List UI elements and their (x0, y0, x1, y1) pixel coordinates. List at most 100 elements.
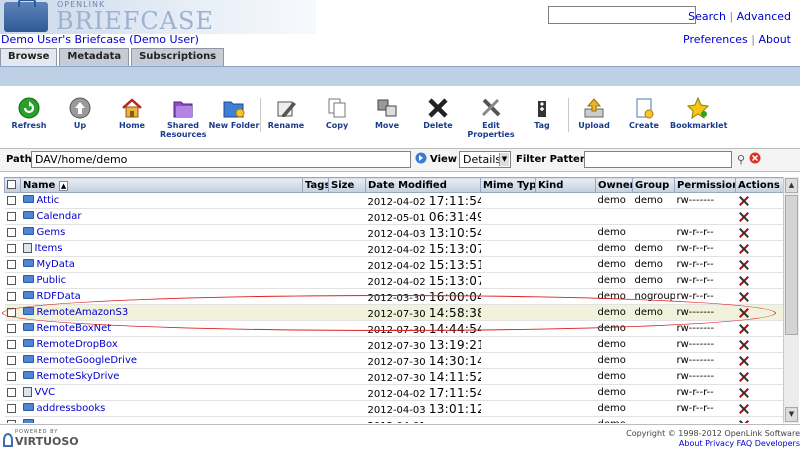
column-name[interactable]: Name ▲ (20, 177, 303, 193)
table-row[interactable]: addressbooks 2012-04-03 13:01:12 demo rw-r-… (4, 400, 783, 417)
table-row[interactable]: RemoteGoogleDrive 2012-07-30 14:30:14 demo… (4, 352, 783, 369)
user-briefcase-link[interactable]: Demo User's Briefcase (1, 33, 126, 46)
table-row[interactable]: RemoteAmazonS3 2012-07-30 14:58:38 demo dem… (4, 304, 783, 321)
column-tags[interactable]: Tags (302, 177, 329, 193)
preferences-link[interactable]: Preferences (683, 33, 748, 46)
row-name[interactable]: Attic (20, 192, 303, 209)
row-checkbox[interactable] (6, 211, 16, 221)
row-actions-icon[interactable] (738, 227, 750, 239)
row-checkbox[interactable] (6, 355, 16, 365)
table-row[interactable]: RemoteDropBox 2012-07-30 13:19:21 demo rw--… (4, 336, 783, 353)
go-icon[interactable] (415, 152, 427, 167)
clear-filter-icon[interactable] (749, 152, 761, 167)
table-row[interactable]: MyData 2012-04-02 15:13:51 demo demo rw-r--r… (4, 256, 783, 273)
row-checkbox[interactable] (6, 307, 16, 317)
row-actions-icon[interactable] (738, 291, 750, 303)
row-checkbox[interactable] (6, 243, 16, 253)
copy-button[interactable]: Copy (315, 94, 359, 130)
row-actions-icon[interactable] (738, 339, 750, 351)
tag-button[interactable]: Tag (520, 94, 564, 130)
row-actions-icon[interactable] (738, 243, 750, 255)
row-name[interactable]: addressbooks (20, 400, 303, 417)
row-checkbox[interactable] (6, 195, 16, 205)
column-owner[interactable]: Owner (595, 177, 633, 193)
row-name[interactable]: Gems (20, 224, 303, 241)
row-actions-icon[interactable] (738, 371, 750, 383)
row-actions-icon[interactable] (738, 355, 750, 367)
edit-properties-button[interactable]: Edit Properties (466, 94, 516, 139)
tab-metadata[interactable]: Metadata (59, 48, 130, 66)
tab-subscriptions[interactable]: Subscriptions (131, 48, 225, 66)
row-checkbox[interactable] (6, 403, 16, 413)
bookmarklet-button[interactable]: Bookmarklet (670, 94, 727, 130)
row-actions-icon[interactable] (738, 307, 750, 319)
column-permissions[interactable]: Permissions (674, 177, 736, 193)
move-button[interactable]: Move (365, 94, 409, 130)
row-actions-icon[interactable] (738, 403, 750, 415)
row-name[interactable]: VVC (20, 384, 303, 401)
new-folder-button[interactable]: New Folder (208, 94, 260, 130)
tab-browse[interactable]: Browse (0, 48, 58, 66)
row-actions-icon[interactable] (738, 211, 750, 223)
rename-button[interactable]: Rename (264, 94, 308, 130)
delete-button[interactable]: Delete (416, 94, 460, 130)
row-name[interactable]: MyData (20, 256, 303, 273)
row-name[interactable]: Public (20, 272, 303, 289)
row-name[interactable]: RemoteGoogleDrive (20, 352, 303, 369)
row-checkbox[interactable] (6, 275, 16, 285)
row-actions-icon[interactable] (738, 323, 750, 335)
row-actions-icon[interactable] (738, 387, 750, 399)
row-name[interactable]: RDFData (20, 288, 303, 305)
scroll-up-icon[interactable]: ▲ (785, 178, 798, 193)
advanced-search-link[interactable]: Advanced (737, 10, 791, 23)
search-link[interactable]: Search (688, 10, 726, 23)
row-actions-icon[interactable] (738, 275, 750, 287)
column-mime-type[interactable]: Mime Type (480, 177, 536, 193)
refresh-button[interactable]: Refresh (6, 94, 52, 130)
row-checkbox[interactable] (6, 371, 16, 381)
row-checkbox[interactable] (6, 387, 16, 397)
column-size[interactable]: Size (328, 177, 366, 193)
row-checkbox[interactable] (6, 419, 16, 423)
table-row[interactable]: RemoteSkyDrive 2012-07-30 14:11:52 demo rw-… (4, 368, 783, 385)
filter-pattern-input[interactable] (584, 151, 732, 168)
select-all-checkbox[interactable] (7, 180, 16, 189)
row-name[interactable]: Items (20, 240, 303, 257)
upload-button[interactable]: Upload (572, 94, 616, 130)
create-button[interactable]: Create (622, 94, 666, 130)
footer-about-link[interactable]: About (679, 439, 703, 448)
row-checkbox[interactable] (6, 259, 16, 269)
row-checkbox[interactable] (6, 339, 16, 349)
filter-apply-icon[interactable]: ⚲ (737, 153, 745, 166)
table-row[interactable]: Items 2012-04-02 15:13:07 demo demo rw-r--r-… (4, 240, 783, 257)
row-actions-icon[interactable] (738, 195, 750, 207)
footer-faq-link[interactable]: FAQ (737, 439, 753, 448)
row-name[interactable]: RemoteBoxNet (20, 320, 303, 337)
table-row[interactable]: RemoteBoxNet 2012-07-30 14:44:54 demo rw---… (4, 320, 783, 337)
up-button[interactable]: Up (58, 94, 102, 130)
table-row[interactable]: 2012-04-01 demo (4, 416, 783, 424)
shared-resources-button[interactable]: Shared Resources (160, 94, 206, 139)
footer-developers-link[interactable]: Developers (755, 439, 800, 448)
table-row[interactable]: RDFData 2012-03-30 16:00:04 demo nogroup rw-… (4, 288, 783, 305)
home-button[interactable]: Home (110, 94, 154, 130)
row-checkbox[interactable] (6, 291, 16, 301)
path-input[interactable] (31, 151, 411, 168)
column-kind[interactable]: Kind (535, 177, 596, 193)
row-actions-icon[interactable] (738, 259, 750, 271)
table-row[interactable]: Calendar 2012-05-01 06:31:49 (4, 208, 783, 225)
row-actions-icon[interactable] (738, 419, 750, 424)
about-link[interactable]: About (758, 33, 791, 46)
row-checkbox[interactable] (6, 323, 16, 333)
footer-privacy-link[interactable]: Privacy (705, 439, 734, 448)
row-checkbox[interactable] (6, 227, 16, 237)
search-input[interactable] (548, 6, 696, 24)
table-row[interactable]: Gems 2012-04-03 13:10:54 demo rw-r--r-- (4, 224, 783, 241)
table-row[interactable]: Attic 2012-04-02 17:11:54 demo demo rw------… (4, 192, 783, 209)
view-select[interactable]: Details ▼ (459, 151, 511, 168)
scroll-down-icon[interactable]: ▼ (785, 407, 798, 422)
row-name[interactable]: RemoteDropBox (20, 336, 303, 353)
row-name[interactable] (20, 416, 303, 423)
table-row[interactable]: VVC 2012-04-02 17:11:54 demo rw-r--r-- (4, 384, 783, 401)
user-name-link[interactable]: (Demo User) (129, 33, 199, 46)
